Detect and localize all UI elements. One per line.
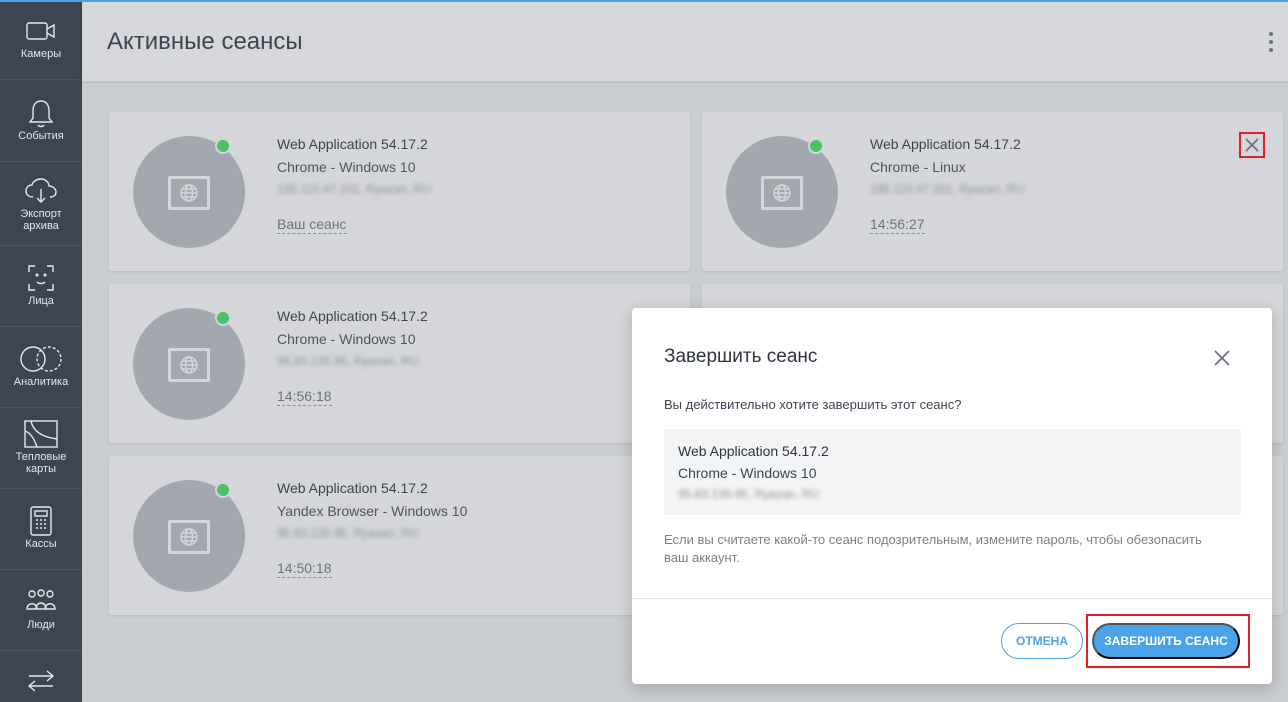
session-ip: 195.110.47.201, Ryazan, RU xyxy=(277,182,431,196)
session-client: Chrome - Windows 10 xyxy=(277,331,416,347)
cancel-button[interactable]: ОТМЕНА xyxy=(1001,623,1083,659)
session-card: Web Application 54.17.2 Chrome - Windows… xyxy=(109,112,690,271)
online-status-dot xyxy=(808,138,824,154)
sidebar-item-people[interactable]: Люди xyxy=(0,571,82,651)
terminate-session-button[interactable] xyxy=(1239,132,1265,158)
top-accent-line xyxy=(0,0,1288,2)
session-card: Web Application 54.17.2 Yandex Browser -… xyxy=(109,456,690,615)
dialog-security-note: Если вы считаете какой-то сеанс подозрит… xyxy=(664,532,1202,565)
session-title: Web Application 54.17.2 xyxy=(870,136,1021,152)
end-session-button[interactable]: ЗАВЕРШИТЬ СЕАНС xyxy=(1092,623,1240,659)
online-status-dot xyxy=(215,310,231,326)
close-icon xyxy=(1214,350,1230,366)
browser-window-icon xyxy=(168,176,210,210)
session-client: Yandex Browser - Windows 10 xyxy=(277,503,468,519)
online-status-dot xyxy=(215,138,231,154)
sidebar-item-export-archive[interactable]: Экспорт архива xyxy=(0,164,82,246)
sidebar-item-cash-registers[interactable]: Кассы xyxy=(0,490,82,570)
session-avatar xyxy=(133,480,245,592)
people-icon xyxy=(24,587,58,617)
cash-register-icon xyxy=(28,506,54,536)
dialog-question: Вы действительно хотите завершить этот с… xyxy=(664,397,962,412)
browser-window-icon xyxy=(168,348,210,382)
sidebar-item-label: Аналитика xyxy=(13,376,69,388)
summary-session-ip: 95.83.135.95, Ryazan, RU xyxy=(678,487,820,501)
sidebar-item-label: События xyxy=(18,130,64,142)
sidebar-item-transfer[interactable] xyxy=(0,652,82,702)
browser-window-icon xyxy=(761,176,803,210)
analytics-icon xyxy=(19,344,63,374)
heatmap-icon xyxy=(23,419,59,449)
face-scan-icon xyxy=(26,263,56,293)
summary-session-title: Web Application 54.17.2 xyxy=(678,443,829,459)
sidebar-item-cameras[interactable]: Камеры xyxy=(0,0,82,80)
page-title: Активные сеансы xyxy=(107,28,303,55)
sidebar-item-label: Камеры xyxy=(20,48,62,60)
session-title: Web Application 54.17.2 xyxy=(277,308,428,324)
page-header: Активные сеансы xyxy=(82,0,1288,82)
session-time: 14:56:27 xyxy=(870,216,925,234)
transfer-arrows-icon xyxy=(25,666,57,696)
session-card: Web Application 54.17.2 Chrome - Windows… xyxy=(109,284,690,443)
session-avatar xyxy=(133,136,245,248)
session-time: Ваш сеанс xyxy=(277,216,347,234)
more-options-icon[interactable] xyxy=(1268,32,1274,52)
session-client: Chrome - Windows 10 xyxy=(277,159,416,175)
sidebar-item-label: Лица xyxy=(28,295,54,307)
sidebar: Камеры События Экспорт архива Лица Анали… xyxy=(0,0,82,702)
sidebar-item-label: Люди xyxy=(27,619,55,631)
sidebar-item-faces[interactable]: Лица xyxy=(0,247,82,327)
online-status-dot xyxy=(215,482,231,498)
session-title: Web Application 54.17.2 xyxy=(277,136,428,152)
dialog-title: Завершить сеанс xyxy=(664,346,818,367)
sidebar-item-label: Тепловые карты xyxy=(15,451,67,475)
dialog-close-button[interactable] xyxy=(1210,346,1234,370)
browser-window-icon xyxy=(168,520,210,554)
session-ip: 95.83.135.95, Ryazan, RU xyxy=(277,526,419,540)
session-avatar xyxy=(133,308,245,420)
session-time: 14:50:18 xyxy=(277,560,332,578)
session-avatar xyxy=(726,136,838,248)
camera-icon xyxy=(25,16,57,46)
session-time: 14:56:18 xyxy=(277,388,332,406)
session-ip: 195.110.47.201, Ryazan, RU xyxy=(870,182,1024,196)
session-card: Web Application 54.17.2 Chrome - Linux 1… xyxy=(702,112,1283,271)
end-session-dialog: Завершить сеанс Вы действительно хотите … xyxy=(632,308,1272,684)
sidebar-item-heatmaps[interactable]: Тепловые карты xyxy=(0,409,82,489)
dialog-session-summary: Web Application 54.17.2 Chrome - Windows… xyxy=(664,429,1241,515)
session-title: Web Application 54.17.2 xyxy=(277,480,428,496)
sidebar-item-label: Кассы xyxy=(25,538,57,550)
bell-icon xyxy=(28,98,54,128)
session-client: Chrome - Linux xyxy=(870,159,966,175)
sidebar-item-events[interactable]: События xyxy=(0,82,82,162)
summary-session-client: Chrome - Windows 10 xyxy=(678,465,817,481)
close-icon xyxy=(1245,138,1259,152)
dialog-divider xyxy=(632,598,1272,599)
sidebar-item-label: Экспорт архива xyxy=(20,208,62,232)
cloud-download-icon xyxy=(24,176,58,206)
sidebar-item-analytics[interactable]: Аналитика xyxy=(0,328,82,408)
session-ip: 95.83.135.95, Ryazan, RU xyxy=(277,354,419,368)
